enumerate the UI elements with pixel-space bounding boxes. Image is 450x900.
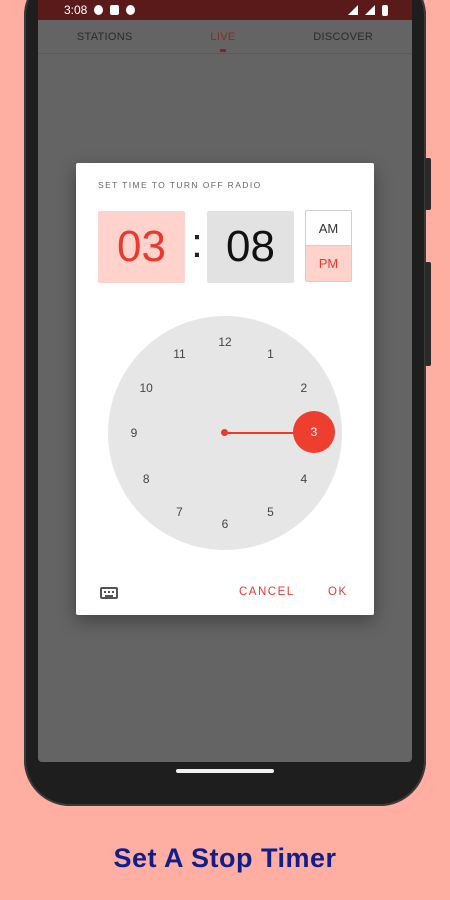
tab-stations[interactable]: STATIONS — [67, 31, 143, 43]
phone-volume-button — [425, 262, 431, 366]
am-pm-toggle: AM PM — [305, 210, 352, 282]
tab-discover[interactable]: DISCOVER — [303, 31, 383, 43]
signal-icon — [365, 5, 375, 15]
clock-number-2[interactable]: 2 — [293, 380, 315, 396]
home-indicator[interactable] — [176, 769, 274, 773]
hour-field[interactable]: 03 — [98, 211, 185, 283]
clock-number-12[interactable]: 12 — [214, 334, 236, 350]
status-bar: 3:08 — [38, 0, 412, 20]
dialog-title: SET TIME TO TURN OFF RADIO — [98, 180, 262, 190]
ok-button[interactable]: OK — [328, 586, 348, 598]
clock-number-5[interactable]: 5 — [260, 504, 282, 520]
tab-bar: STATIONS LIVE DISCOVER — [38, 20, 412, 54]
clock-number-6[interactable]: 6 — [214, 516, 236, 532]
location-icon — [94, 5, 104, 15]
am-button[interactable]: AM — [306, 211, 351, 246]
sd-card-icon — [110, 5, 120, 15]
clock-hand — [225, 432, 295, 434]
status-time: 3:08 — [64, 3, 88, 17]
clock-number-4[interactable]: 4 — [293, 471, 315, 487]
clock-number-1[interactable]: 1 — [260, 346, 282, 362]
battery-icon — [382, 4, 388, 16]
cancel-button[interactable]: CANCEL — [239, 586, 295, 598]
time-separator: : — [191, 219, 203, 266]
wifi-icon — [348, 5, 358, 15]
pm-button[interactable]: PM — [306, 246, 351, 281]
clock-number-8[interactable]: 8 — [135, 471, 157, 487]
clock-number-7[interactable]: 7 — [169, 504, 191, 520]
tab-live[interactable]: LIVE — [200, 31, 245, 43]
phone-side-button — [425, 158, 431, 210]
clock-dial[interactable]: 12 1 2 4 5 6 7 8 9 10 11 3 — [108, 316, 342, 550]
clock-center-dot — [221, 429, 228, 436]
clock-number-10[interactable]: 10 — [135, 380, 157, 396]
clock-selected-number[interactable]: 3 — [293, 411, 335, 453]
time-picker-dialog: SET TIME TO TURN OFF RADIO 03 : 08 AM PM… — [76, 163, 374, 615]
clock-number-9[interactable]: 9 — [123, 425, 145, 441]
promo-caption: Set A Stop Timer — [113, 843, 337, 873]
minute-field[interactable]: 08 — [207, 211, 294, 283]
clock-number-11[interactable]: 11 — [169, 346, 191, 362]
keyboard-icon[interactable] — [100, 587, 118, 599]
notification-icon — [126, 5, 136, 15]
